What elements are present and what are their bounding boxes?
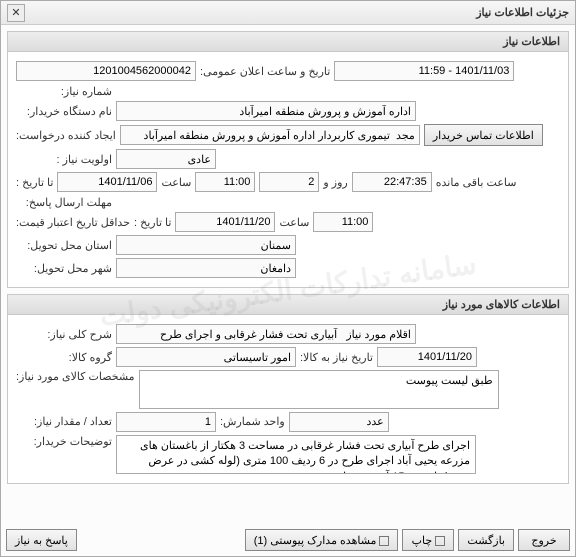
goods-group-field (116, 347, 296, 367)
buyer-name-field (116, 101, 416, 121)
buyer-notes-label: توضیحات خریدار: (16, 435, 112, 448)
priority-label: اولویت نیاز : (16, 153, 112, 166)
goods-spec-field: طبق لیست پیوست (139, 370, 499, 409)
need-number-field (16, 61, 196, 81)
need-info-body: تاریخ و ساعت اعلان عمومی: شماره نیاز: نا… (8, 52, 568, 287)
need-details-window: جزئیات اطلاعات نیاز ✕ اطلاعات نیاز تاریخ… (0, 0, 576, 557)
attachment-icon (379, 536, 389, 546)
need-date-label: تاریخ نیاز به کالا: (300, 351, 373, 364)
qty-field (116, 412, 216, 432)
goods-info-body: شرح کلی نیاز: تاریخ نیاز به کالا: گروه ک… (8, 315, 568, 483)
exit-button[interactable]: خروج (518, 529, 570, 551)
contact-buyer-button[interactable]: اطلاعات تماس خریدار (424, 124, 543, 146)
footer-toolbar: خروج بازگشت چاپ مشاهده مدارک پیوستی (1) … (6, 529, 570, 551)
requester-field (120, 125, 420, 145)
unit-label: واحد شمارش: (220, 415, 285, 428)
qty-label: تعداد / مقدار نیاز: (16, 415, 112, 428)
price-time-label: ساعت (279, 216, 309, 229)
reply-deadline-label: مهلت ارسال پاسخ: (16, 196, 112, 209)
delivery-city-label: شهر محل تحویل: (16, 262, 112, 275)
public-announce-field (334, 61, 514, 81)
goods-spec-label: مشخصات کالای مورد نیاز: (16, 370, 135, 383)
delivery-province-field (116, 235, 296, 255)
titlebar: جزئیات اطلاعات نیاز ✕ (1, 1, 575, 25)
window-title: جزئیات اطلاعات نیاز (476, 6, 569, 19)
view-attachments-label: مشاهده مدارک پیوستی (1) (254, 535, 377, 547)
buyer-notes-field: اجرای طرح آبیاری تحت فشار غرقابی در مساح… (116, 435, 476, 474)
reply-time-field (195, 172, 255, 192)
price-until-label: تا تاریخ : (134, 216, 171, 229)
price-validity-label: حداقل تاریخ اعتبار قیمت: (16, 216, 130, 229)
goods-group-label: گروه کالا: (16, 351, 112, 364)
days-suffix-label: روز و (323, 176, 347, 189)
close-icon[interactable]: ✕ (7, 4, 25, 22)
reply-until-label: تا تاریخ : (16, 176, 53, 189)
print-button[interactable]: چاپ (402, 529, 454, 551)
buyer-name-label: نام دستگاه خریدار: (16, 105, 112, 118)
reply-to-need-button[interactable]: پاسخ به نیاز (6, 529, 77, 551)
unit-field (289, 412, 389, 432)
reply-time-label: ساعت (161, 176, 191, 189)
priority-field (116, 149, 216, 169)
price-date-field (175, 212, 275, 232)
remaining-time-field (352, 172, 432, 192)
goods-info-section: اطلاعات کالاهای مورد نیاز شرح کلی نیاز: … (7, 294, 569, 484)
view-attachments-button[interactable]: مشاهده مدارک پیوستی (1) (245, 529, 399, 551)
remaining-suffix-label: ساعت باقی مانده (436, 176, 517, 189)
print-button-label: چاپ (412, 535, 433, 547)
back-button[interactable]: بازگشت (458, 529, 514, 551)
public-announce-label: تاریخ و ساعت اعلان عمومی: (200, 65, 330, 78)
print-icon (435, 536, 445, 546)
section-header-need-info: اطلاعات نیاز (8, 32, 568, 52)
need-date-field (377, 347, 477, 367)
requester-label: ایجاد کننده درخواست: (16, 129, 116, 142)
price-time-field (313, 212, 373, 232)
need-info-section: اطلاعات نیاز تاریخ و ساعت اعلان عمومی: ش… (7, 31, 569, 288)
delivery-city-field (116, 258, 296, 278)
section-header-goods: اطلاعات کالاهای مورد نیاز (8, 295, 568, 315)
need-number-label: شماره نیاز: (16, 85, 112, 98)
general-desc-label: شرح کلی نیاز: (16, 328, 112, 341)
remaining-days-field (259, 172, 319, 192)
delivery-province-label: استان محل تحویل: (16, 239, 112, 252)
general-desc-field (116, 324, 416, 344)
reply-date-field (57, 172, 157, 192)
